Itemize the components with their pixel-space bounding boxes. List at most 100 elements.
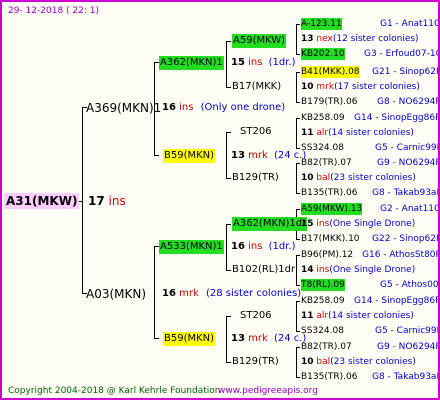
gen3-queen[interactable]: B129(TR): [232, 355, 279, 369]
gen4-code: G22 - Sinop62R: [372, 234, 440, 244]
gen3-queen[interactable]: B17(MKK): [232, 80, 281, 94]
root-info: 17 ins: [88, 194, 126, 208]
site-link[interactable]: www.pedigreeapis.org: [218, 385, 318, 397]
connector: [154, 155, 159, 156]
gen4-queen[interactable]: KB258.09: [301, 112, 345, 124]
gen4-queen[interactable]: B135(TR).06: [301, 187, 357, 199]
connector: [154, 246, 155, 338]
gen4-info: 14 ins(One Single Drone): [301, 265, 416, 275]
connector: [296, 54, 300, 55]
gen3-queen[interactable]: A362(MKN)1dr: [232, 217, 308, 231]
gen2-info: 15 ins (1dr.): [231, 57, 296, 68]
pedigree-panel: 29- 12-2018 ( 22: 1) A31(MKW) 17 ins A36…: [0, 0, 440, 400]
connector: [226, 132, 231, 133]
gen4-code: G14 - SinopEgg86R: [354, 113, 440, 123]
connector: [226, 316, 231, 317]
gen4-code: G3 - Erfoud07-1Q: [364, 49, 440, 59]
connector: [226, 224, 231, 225]
connector: [296, 24, 300, 25]
gen4-code: G9 - NO6294R: [377, 158, 440, 168]
gen4-info: 11 alr(14 sister colonies): [301, 128, 414, 138]
connector: [296, 193, 300, 194]
gen4-code: G2 - Anat11Q: [380, 204, 440, 214]
gen2-info: 16 ins (1dr.): [231, 241, 296, 252]
connector: [226, 224, 227, 270]
gen2-queen[interactable]: B59(MKN): [163, 149, 216, 163]
connector: [82, 107, 83, 293]
gen4-info: 10 bal(23 sister colonies): [301, 357, 416, 367]
gen2-queen[interactable]: B59(MKN): [163, 332, 216, 346]
gen4-info: 10 bal(23 sister colonies): [301, 173, 416, 183]
connector: [296, 24, 297, 54]
connector: [296, 163, 300, 164]
gen4-code: G5 - Carnic99R: [375, 326, 440, 336]
gen3-queen[interactable]: A59(MKW): [232, 34, 287, 48]
gen4-queen[interactable]: T8(RL).09: [301, 279, 345, 291]
gen4-code: G5 - Carnic99R: [375, 143, 440, 153]
gen3-queen[interactable]: B129(TR): [232, 171, 279, 185]
connector: [296, 301, 300, 302]
connector: [226, 87, 231, 88]
gen4-code: G8 - Takab93aR: [372, 188, 440, 198]
gen4-code: G16 - AthosSt80R: [362, 250, 440, 260]
connector: [226, 316, 227, 362]
gen4-queen[interactable]: A-123.11: [301, 18, 342, 30]
connector: [296, 102, 300, 103]
connector: [296, 347, 300, 348]
gen4-queen[interactable]: B41(MKK).08: [301, 66, 360, 78]
connector: [296, 255, 300, 256]
connector: [296, 209, 300, 210]
gen2-info: 13 mrk (24 c.): [231, 333, 307, 344]
root-queen[interactable]: A31(MKW): [4, 193, 80, 209]
connector: [296, 163, 297, 193]
connector: [296, 72, 297, 102]
gen4-queen[interactable]: SS324.08: [301, 142, 344, 154]
gen4-code: G5 - Athos00R: [380, 280, 440, 290]
gen4-code: G9 - NO6294R: [377, 342, 440, 352]
gen4-code: G21 - Sinop62R: [372, 67, 440, 77]
gen4-queen[interactable]: B96(PM).12: [301, 249, 353, 261]
gen4-code: G8 - NO6294R: [377, 97, 440, 107]
gen4-info: 15 ins(One Single Drone): [301, 219, 416, 229]
connector: [226, 41, 227, 87]
gen4-queen[interactable]: SS324.08: [301, 325, 344, 337]
gen3-queen[interactable]: B102(RL)1dr: [232, 263, 295, 277]
gen4-info: 10 mrk(17 sister colonies): [301, 82, 420, 92]
gen4-queen[interactable]: B82(TR).07: [301, 341, 352, 353]
gen4-code: G8 - Takab93aR: [372, 372, 440, 382]
connector: [296, 239, 300, 240]
gen4-queen[interactable]: B179(TR).06: [301, 96, 357, 108]
gen4-info: 13 nex(12 sister colonies): [301, 34, 419, 44]
gen4-queen[interactable]: B17(MKK).10: [301, 233, 360, 245]
connector: [296, 301, 297, 331]
connector: [226, 362, 231, 363]
gen4-queen[interactable]: A59(MKW).13: [301, 203, 363, 215]
gen1-info: 16 mrk (28 sister colonies): [162, 288, 302, 299]
gen3-queen[interactable]: ST206: [240, 309, 272, 323]
gen4-info: 11 alr(14 sister colonies): [301, 311, 414, 321]
gen3-queen[interactable]: ST206: [240, 125, 272, 139]
gen4-code: G14 - SinopEgg86R: [354, 296, 440, 306]
connector: [296, 118, 300, 119]
gen1-queen[interactable]: A03(MKN): [86, 286, 146, 302]
connector: [296, 72, 300, 73]
gen4-queen[interactable]: KB258.09: [301, 295, 345, 307]
date-stamp: 29- 12-2018 ( 22: 1): [8, 6, 99, 16]
connector: [296, 255, 297, 285]
gen4-queen[interactable]: KB202.10: [301, 48, 345, 60]
gen1-queen[interactable]: A369(MKN)1: [86, 100, 161, 116]
connector: [296, 377, 300, 378]
connector: [226, 178, 231, 179]
connector: [226, 270, 231, 271]
connector: [154, 338, 159, 339]
gen4-queen[interactable]: B135(TR).06: [301, 371, 357, 383]
connector: [296, 118, 297, 148]
gen2-queen[interactable]: A362(MKN)1: [159, 56, 224, 70]
connector: [296, 347, 297, 377]
gen4-queen[interactable]: B82(TR).07: [301, 157, 352, 169]
gen2-info: 13 mrk (24 c.): [231, 150, 307, 161]
gen4-code: G1 - Anat11Q: [380, 19, 440, 29]
gen2-queen[interactable]: A533(MKN)1: [159, 240, 224, 254]
connector: [296, 285, 300, 286]
connector: [226, 132, 227, 178]
